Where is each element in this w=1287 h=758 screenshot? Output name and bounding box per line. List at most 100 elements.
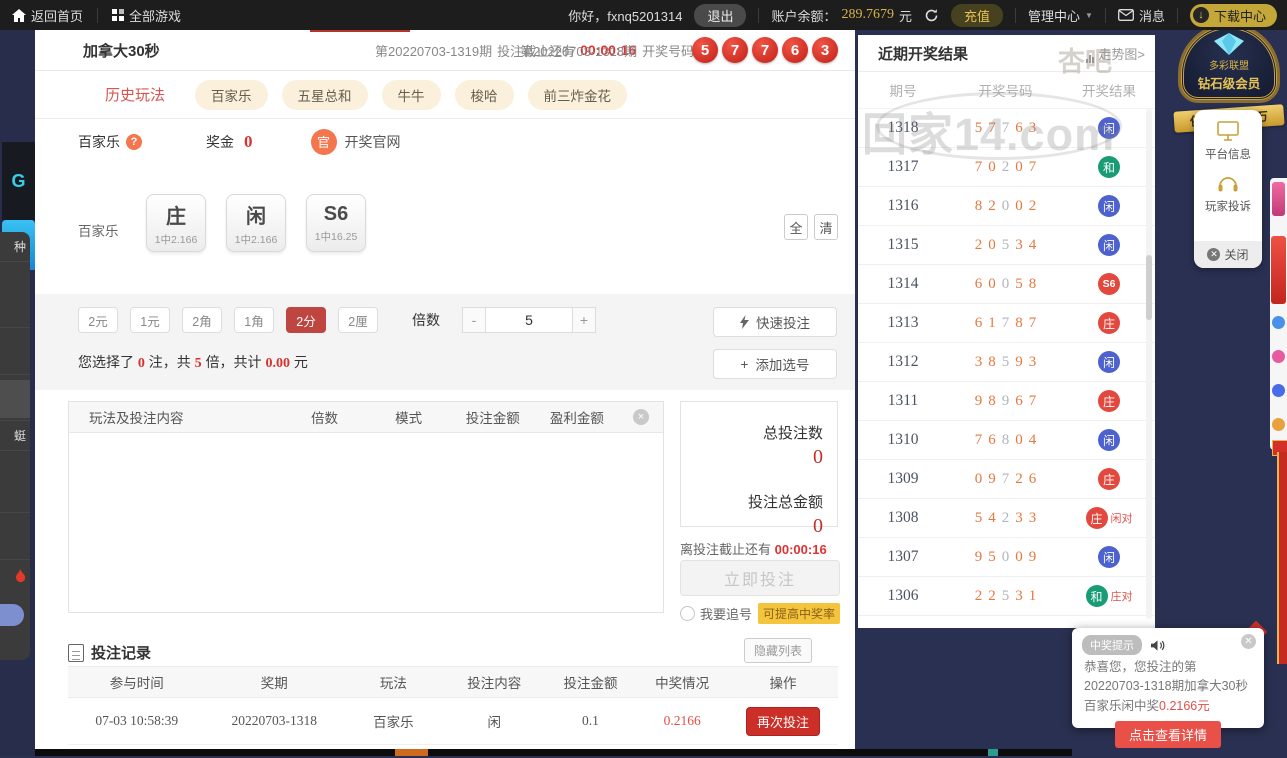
col-issue: 期号 <box>889 84 917 99</box>
result-row: 1308 54233 庄 闲对 <box>858 499 1155 538</box>
result-digit: 2 <box>1001 158 1010 175</box>
balance-label: 账户余额： <box>771 8 837 24</box>
game-title: 加拿大30秒 <box>83 42 160 60</box>
edge-menu-item[interactable] <box>1271 236 1286 304</box>
tab-front-three[interactable]: 前三炸金花 <box>527 79 628 110</box>
all-games-link[interactable]: 全部游戏 <box>112 6 181 25</box>
logout-button[interactable]: 退出 <box>694 3 747 27</box>
record-amount: 0.1 <box>582 713 599 728</box>
left-edge-strip: G 王 种 蜓 <box>0 30 35 756</box>
back-home-link[interactable]: 返回首页 <box>12 6 83 25</box>
platform-info-button[interactable]: 平台信息 <box>1205 120 1251 162</box>
scrollbar-thumb[interactable] <box>1146 255 1152 320</box>
edge-menu-icon[interactable] <box>1272 350 1285 363</box>
refresh-icon[interactable] <box>924 8 939 23</box>
result-digit: 0 <box>988 275 996 292</box>
select-all-button[interactable]: 全 <box>784 214 808 240</box>
bet-now-button[interactable]: 立即投注 <box>680 560 840 596</box>
tab-history-plays[interactable]: 历史玩法 <box>105 84 165 105</box>
record-issue: 20220703-1318 <box>231 713 318 728</box>
admin-center-label: 管理中心 <box>1028 8 1081 24</box>
chip-2fen-selected[interactable]: 2分 <box>286 307 326 333</box>
result-issue: 1311 <box>887 392 919 409</box>
minus-button[interactable]: - <box>462 307 486 333</box>
result-issue: 1316 <box>887 197 919 214</box>
draw-ball: 3 <box>812 37 838 63</box>
col-result: 开奖结果 <box>1082 84 1136 99</box>
record-time: 07-03 10:58:39 <box>95 713 179 728</box>
divider <box>1176 7 1178 23</box>
left-menu-item[interactable] <box>0 329 30 375</box>
result-digit: 8 <box>1015 314 1023 331</box>
messages-link[interactable]: 消息 <box>1118 6 1165 25</box>
result-issue: 1314 <box>887 275 919 292</box>
chip-1jiao[interactable]: 1角 <box>234 307 274 333</box>
tab-niuniu[interactable]: 牛牛 <box>381 79 441 110</box>
quick-bet-button[interactable]: 快速投注 <box>713 307 837 337</box>
chase-radio[interactable] <box>680 606 695 621</box>
left-menu-item[interactable] <box>0 467 30 513</box>
tab-stud[interactable]: 梭哈 <box>454 79 514 110</box>
view-details-button[interactable]: 点击查看详情 <box>1114 721 1221 749</box>
col-mode: 模式 <box>395 411 423 426</box>
download-center-label: 下载中心 <box>1213 8 1266 24</box>
col-profit: 盈利金额 <box>549 411 604 426</box>
trend-chart-link[interactable]: 走势图> <box>1086 44 1145 63</box>
tab-five-star-sum[interactable]: 五星总和 <box>281 79 368 110</box>
result-digits: 57763 <box>948 120 1063 137</box>
result-badge: 闲 <box>1098 351 1120 373</box>
left-blue-tag[interactable] <box>0 604 24 626</box>
tab-baccarat[interactable]: 百家乐 <box>195 79 268 110</box>
play-info-row: 百家乐 ? 奖金 0 官 开奖官网 <box>35 119 855 164</box>
clear-slip-icon[interactable]: × <box>632 409 649 425</box>
result-digit: 3 <box>1028 509 1037 526</box>
player-complaint-button[interactable]: 玩家投诉 <box>1205 172 1251 214</box>
col-amount: 投注金额 <box>563 676 618 691</box>
left-menu-item[interactable] <box>0 282 30 328</box>
chip-2li[interactable]: 2厘 <box>338 307 378 333</box>
platform-info-label: 平台信息 <box>1205 149 1251 161</box>
chase-label: 我要追号 <box>700 607 753 622</box>
game-logo-1[interactable]: G <box>2 142 35 220</box>
result-digits: 76804 <box>948 432 1063 449</box>
hide-list-button[interactable]: 隐藏列表 <box>743 638 812 663</box>
right-edge-quick-menu[interactable] <box>1270 178 1287 450</box>
speaker-icon[interactable] <box>1150 639 1165 652</box>
left-menu-item[interactable]: 蜓 <box>0 420 30 451</box>
results-list: 1318 57763 闲 1317 70207 和 1316 8 2 0 0 2… <box>858 109 1155 616</box>
close-widget-button[interactable]: ✕ 关闭 <box>1194 241 1262 268</box>
col-multiplier: 倍数 <box>311 411 339 426</box>
draw-ball: 7 <box>722 37 748 63</box>
clear-button[interactable]: 清 <box>814 214 838 240</box>
plus-button[interactable]: + <box>572 307 596 333</box>
chip-2yuan[interactable]: 2元 <box>78 307 118 333</box>
bet-option-banker[interactable]: 庄 1中2.166 <box>146 194 206 252</box>
close-icon: ✕ <box>1207 248 1221 261</box>
add-pick-button[interactable]: + 添加选号 <box>713 349 837 379</box>
edge-menu-icon[interactable] <box>1272 384 1285 397</box>
official-site-link[interactable]: 开奖官网 <box>345 132 401 152</box>
left-menu-item[interactable]: 种 <box>0 232 30 262</box>
chip-2jiao[interactable]: 2角 <box>182 307 222 333</box>
bet-option-s6[interactable]: S6 1中16.25 <box>306 194 366 252</box>
help-icon[interactable]: ? <box>126 133 142 150</box>
bet-issue-number: 第20220703-1319期 <box>375 43 493 59</box>
edge-menu-item[interactable] <box>1272 182 1285 216</box>
result-row: 1311 98967 庄 <box>858 382 1155 421</box>
admin-center-menu[interactable]: 管理中心 ▼ <box>1028 6 1093 25</box>
chip-1yuan[interactable]: 1元 <box>130 307 170 333</box>
notice-close-icon[interactable]: ✕ <box>1241 634 1256 649</box>
option-odds: 1中16.25 <box>314 230 358 243</box>
rebet-button[interactable]: 再次投注 <box>745 706 820 736</box>
bet-option-player[interactable]: 闲 1中2.166 <box>226 194 286 252</box>
edge-menu-icon[interactable] <box>1272 316 1285 329</box>
official-icon[interactable]: 官 <box>310 128 337 155</box>
result-issue: 1306 <box>887 587 919 604</box>
edge-menu-icon[interactable] <box>1272 418 1285 431</box>
multiplier-input[interactable] <box>486 307 572 333</box>
left-menu-item-active[interactable] <box>0 380 30 418</box>
left-menu-item[interactable] <box>0 514 30 560</box>
recharge-button[interactable]: 充值 <box>951 3 1004 27</box>
result-digit: 0 <box>1001 548 1010 565</box>
download-center-button[interactable]: ↓ 下载中心 <box>1189 3 1277 27</box>
